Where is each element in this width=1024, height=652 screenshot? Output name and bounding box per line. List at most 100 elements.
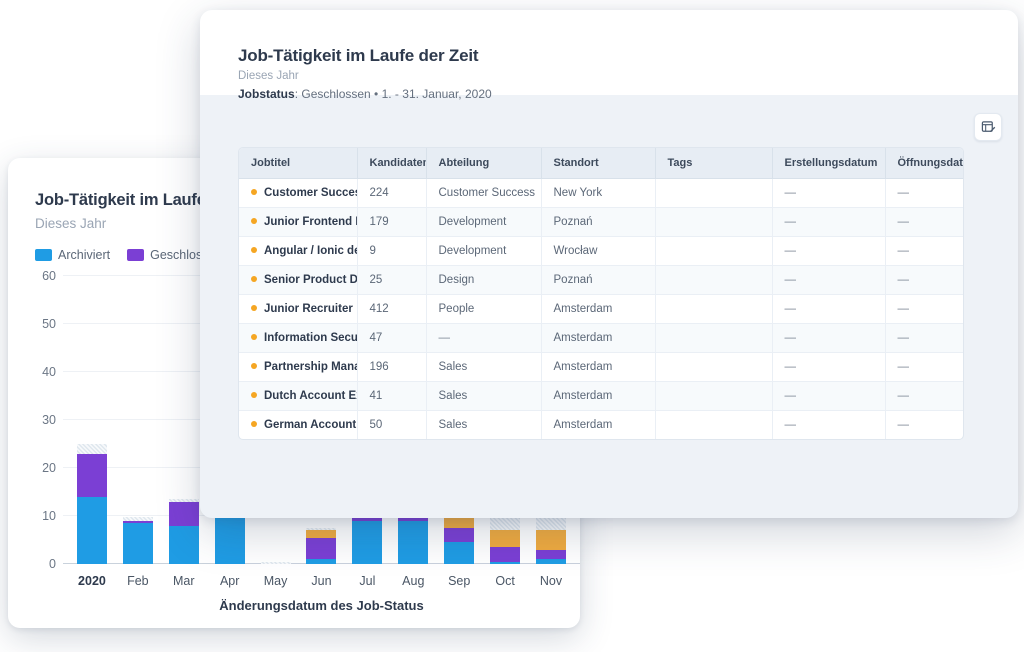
- bar-segment: [444, 528, 474, 542]
- chart-subtitle: Dieses Jahr: [35, 216, 106, 231]
- table-column-header[interactable]: Jobtitel: [239, 148, 357, 179]
- table-column-header[interactable]: Öffnungsdatum: [885, 148, 964, 179]
- table-header-row: JobtitelKandidatenAbteilungStandortTagsE…: [239, 148, 964, 179]
- bar-segment: [536, 550, 566, 560]
- modal-title: Job-Tätigkeit im Laufe der Zeit: [238, 46, 478, 66]
- table-column-header[interactable]: Abteilung: [426, 148, 541, 179]
- modal-status-label: Jobstatus: [238, 87, 295, 101]
- cell-kandidaten: 196: [357, 353, 426, 382]
- chart-y-axis: 0102030405060: [8, 276, 63, 564]
- cell-abteilung: Customer Success: [426, 179, 541, 208]
- bar-segment: [444, 542, 474, 564]
- bar-segment: [490, 530, 520, 547]
- jobs-table: JobtitelKandidatenAbteilungStandortTagsE…: [238, 147, 964, 440]
- table-row[interactable]: German Account Execu50SalesAmsterdam——: [239, 411, 964, 440]
- cell-kandidaten: 412: [357, 295, 426, 324]
- cell-erstellungsdatum: —: [772, 237, 885, 266]
- cell-erstellungsdatum: —: [772, 353, 885, 382]
- status-dot-icon: [251, 247, 257, 253]
- table-column-header[interactable]: Tags: [655, 148, 772, 179]
- table-column-header[interactable]: Kandidaten: [357, 148, 426, 179]
- table-row[interactable]: Dutch Account Executi41SalesAmsterdam——: [239, 382, 964, 411]
- cell-oeffnungsdatum: —: [885, 237, 964, 266]
- status-dot-icon: [251, 392, 257, 398]
- y-axis-tick: 30: [42, 413, 56, 427]
- cell-job-title: Dutch Account Executi: [239, 382, 357, 411]
- x-axis-label: Oct: [482, 564, 528, 592]
- table-row[interactable]: Angular / Ionic develop9DevelopmentWrocł…: [239, 237, 964, 266]
- modal-subtitle: Dieses Jahr: [238, 70, 299, 82]
- stacked-bar[interactable]: [77, 444, 107, 564]
- cell-abteilung: People: [426, 295, 541, 324]
- cell-job-title: German Account Execu: [239, 411, 357, 440]
- cell-standort: Wrocław: [541, 237, 655, 266]
- page-root: Job-Tätigkeit im Laufe der Zeit Dieses J…: [0, 0, 1024, 652]
- table-row[interactable]: Information Security Of47—Amsterdam——: [239, 324, 964, 353]
- stacked-bar[interactable]: [490, 511, 520, 564]
- table-export-icon[interactable]: [974, 113, 1002, 141]
- cell-tags: [655, 324, 772, 353]
- cell-standort: Amsterdam: [541, 324, 655, 353]
- modal-status-value: : Geschlossen • 1. - 31. Januar, 2020: [295, 87, 492, 101]
- legend-item[interactable]: Archiviert: [35, 248, 110, 262]
- cell-oeffnungsdatum: —: [885, 411, 964, 440]
- bar-slot[interactable]: [69, 276, 115, 564]
- table-column-header[interactable]: Erstellungsdatum: [772, 148, 885, 179]
- cell-tags: [655, 266, 772, 295]
- cell-job-title: Customer Success Spe: [239, 179, 357, 208]
- cell-standort: Poznań: [541, 266, 655, 295]
- bar-segment: [306, 530, 336, 537]
- bar-segment: [123, 523, 153, 564]
- cell-oeffnungsdatum: —: [885, 353, 964, 382]
- y-axis-tick: 50: [42, 317, 56, 331]
- cell-kandidaten: 179: [357, 208, 426, 237]
- cell-tags: [655, 208, 772, 237]
- cell-tags: [655, 295, 772, 324]
- cell-erstellungsdatum: —: [772, 266, 885, 295]
- table-row[interactable]: Junior Frontend Develo179DevelopmentPozn…: [239, 208, 964, 237]
- status-dot-icon: [251, 334, 257, 340]
- stacked-bar[interactable]: [536, 516, 566, 564]
- x-axis-label: May: [253, 564, 299, 592]
- x-axis-label: Nov: [528, 564, 574, 592]
- cell-job-title: Senior Product Designe: [239, 266, 357, 295]
- modal-status-line: Jobstatus: Geschlossen • 1. - 31. Januar…: [238, 87, 492, 101]
- bar-segment: [77, 497, 107, 564]
- bar-segment: [536, 530, 566, 549]
- cell-standort: Amsterdam: [541, 411, 655, 440]
- cell-tags: [655, 179, 772, 208]
- modal-header: Job-Tätigkeit im Laufe der Zeit Dieses J…: [200, 10, 1018, 95]
- cell-oeffnungsdatum: —: [885, 179, 964, 208]
- y-axis-tick: 0: [49, 557, 56, 571]
- bar-segment: [77, 454, 107, 497]
- bar-slot[interactable]: [115, 276, 161, 564]
- cell-standort: New York: [541, 179, 655, 208]
- x-axis-label: Jul: [344, 564, 390, 592]
- y-axis-tick: 60: [42, 269, 56, 283]
- cell-abteilung: Sales: [426, 382, 541, 411]
- table-row[interactable]: Senior Product Designe25DesignPoznań——: [239, 266, 964, 295]
- y-axis-tick: 40: [42, 365, 56, 379]
- stacked-bar[interactable]: [306, 528, 336, 564]
- cell-erstellungsdatum: —: [772, 324, 885, 353]
- x-axis-label: Jun: [299, 564, 345, 592]
- table-row[interactable]: Partnership Manager196SalesAmsterdam——: [239, 353, 964, 382]
- y-axis-tick: 10: [42, 509, 56, 523]
- table-column-header[interactable]: Standort: [541, 148, 655, 179]
- cell-abteilung: Sales: [426, 353, 541, 382]
- stacked-bar[interactable]: [169, 499, 199, 564]
- cell-standort: Poznań: [541, 208, 655, 237]
- cell-abteilung: Sales: [426, 411, 541, 440]
- stacked-bar[interactable]: [398, 511, 428, 564]
- cell-oeffnungsdatum: —: [885, 295, 964, 324]
- report-modal: Job-Tätigkeit im Laufe der Zeit Dieses J…: [200, 10, 1018, 518]
- stacked-bar[interactable]: [123, 517, 153, 564]
- bar-segment: [169, 502, 199, 526]
- bar-segment: [352, 521, 382, 564]
- x-axis-label: Mar: [161, 564, 207, 592]
- cell-erstellungsdatum: —: [772, 382, 885, 411]
- table-row[interactable]: Customer Success Spe224Customer SuccessN…: [239, 179, 964, 208]
- cell-job-title: Information Security Of: [239, 324, 357, 353]
- stacked-bar[interactable]: [444, 514, 474, 564]
- table-row[interactable]: Junior Recruiter412PeopleAmsterdam——: [239, 295, 964, 324]
